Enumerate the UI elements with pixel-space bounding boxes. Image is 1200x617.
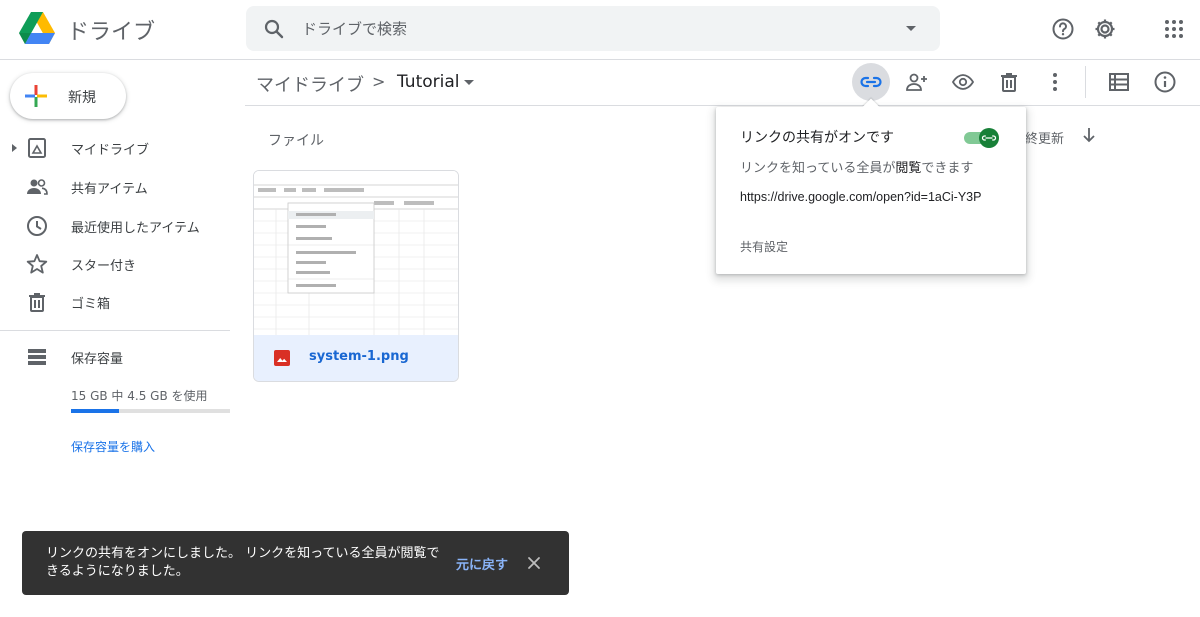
top-bar: ドライブ [0, 0, 1200, 60]
breadcrumb-my-drive[interactable]: マイドライブ [256, 71, 364, 97]
file-name: system-1.png [309, 349, 409, 364]
more-vert-icon[interactable] [1043, 70, 1067, 94]
storage-usage-text: 15 GB 中 4.5 GB を使用 [71, 389, 208, 403]
link-access-prefix: リンクを知っている全員が [740, 161, 896, 176]
sidebar-item-starred[interactable]: スター付き [0, 246, 230, 282]
search-icon[interactable] [262, 17, 286, 41]
snackbar-message: リンクの共有をオンにしました。 リンクを知っている全員が閲覧できるようになりまし… [46, 546, 440, 579]
sort-direction-arrow-icon[interactable] [1080, 125, 1098, 145]
info-icon[interactable] [1153, 70, 1177, 94]
sidebar-item-label: 共有アイテム [71, 182, 148, 197]
settings-icon[interactable] [1092, 16, 1118, 42]
search-bar[interactable] [246, 6, 940, 51]
delete-icon[interactable] [997, 70, 1021, 94]
sidebar-item-recent[interactable]: 最近使用したアイテム [0, 208, 230, 244]
star-icon [26, 254, 48, 274]
storage-progress-bar [71, 409, 230, 413]
file-thumbnail [254, 171, 458, 335]
undo-button[interactable]: 元に戻す [456, 554, 508, 573]
shared-people-icon [27, 179, 48, 195]
sidebar-item-storage[interactable]: 保存容量 [0, 339, 230, 375]
plus-icon [25, 85, 47, 107]
folder-menu-dropdown-icon[interactable] [464, 80, 474, 85]
sidebar-item-my-drive[interactable]: マイドライブ [0, 130, 230, 166]
add-person-icon[interactable] [905, 70, 929, 94]
link-access-role[interactable]: 閲覧 [895, 161, 921, 176]
new-button[interactable]: 新規 [10, 73, 126, 119]
new-button-label: 新規 [68, 90, 96, 106]
help-icon[interactable] [1050, 16, 1076, 42]
link-sharing-popup: リンクの共有がオンです リンクを知っている全員が閲覧できます https://d… [716, 107, 1026, 274]
search-options-dropdown-icon[interactable] [906, 26, 916, 31]
sidebar-item-label: 最近使用したアイテム [71, 221, 200, 236]
sidebar-item-label: ゴミ箱 [71, 297, 111, 312]
breadcrumb-current-folder[interactable]: Tutorial [397, 72, 460, 92]
breadcrumb-separator-icon: > [372, 72, 386, 91]
apps-grid-icon[interactable] [1161, 16, 1187, 42]
sidebar-item-trash[interactable]: ゴミ箱 [0, 284, 230, 320]
sidebar-item-label: マイドライブ [71, 143, 150, 158]
sidebar-item-shared[interactable]: 共有アイテム [0, 169, 230, 205]
sort-label[interactable]: 終更新 [1025, 128, 1064, 147]
close-icon[interactable] [526, 555, 542, 571]
snackbar: リンクの共有をオンにしました。 リンクを知っている全員が閲覧できるようになりまし… [22, 531, 569, 595]
clock-icon [27, 216, 47, 236]
link-icon[interactable] [859, 70, 883, 94]
file-card-footer[interactable]: system-1.png [254, 335, 458, 381]
buy-storage-link[interactable]: 保存容量を購入 [71, 438, 155, 455]
app-title[interactable]: ドライブ [67, 14, 155, 46]
link-sharing-toggle[interactable] [964, 128, 1000, 148]
list-view-icon[interactable] [1107, 70, 1131, 94]
sidebar-divider [0, 330, 230, 331]
storage-icon [28, 349, 46, 365]
toolbar-divider [1085, 66, 1086, 98]
search-input[interactable] [302, 6, 862, 51]
drive-logo-icon[interactable] [18, 11, 56, 45]
preview-eye-icon[interactable] [951, 70, 975, 94]
my-drive-icon [28, 138, 46, 158]
image-file-icon [274, 350, 290, 366]
file-card[interactable]: system-1.png [253, 170, 459, 382]
sidebar-item-label: スター付き [71, 259, 137, 274]
share-link-url[interactable]: https://drive.google.com/open?id=1aCi-Y3… [740, 190, 981, 204]
storage-progress-fill [71, 409, 119, 413]
link-access-suffix: できます [921, 161, 974, 176]
section-heading-files: ファイル [268, 133, 324, 149]
link-sharing-status: リンクの共有がオンです [740, 130, 894, 146]
toolbar-bottom-divider [245, 105, 1200, 106]
storage-label: 保存容量 [71, 352, 124, 367]
trash-icon [29, 293, 45, 312]
link-access-description: リンクを知っている全員が閲覧できます [740, 157, 973, 176]
sharing-settings-link[interactable]: 共有設定 [740, 238, 788, 255]
